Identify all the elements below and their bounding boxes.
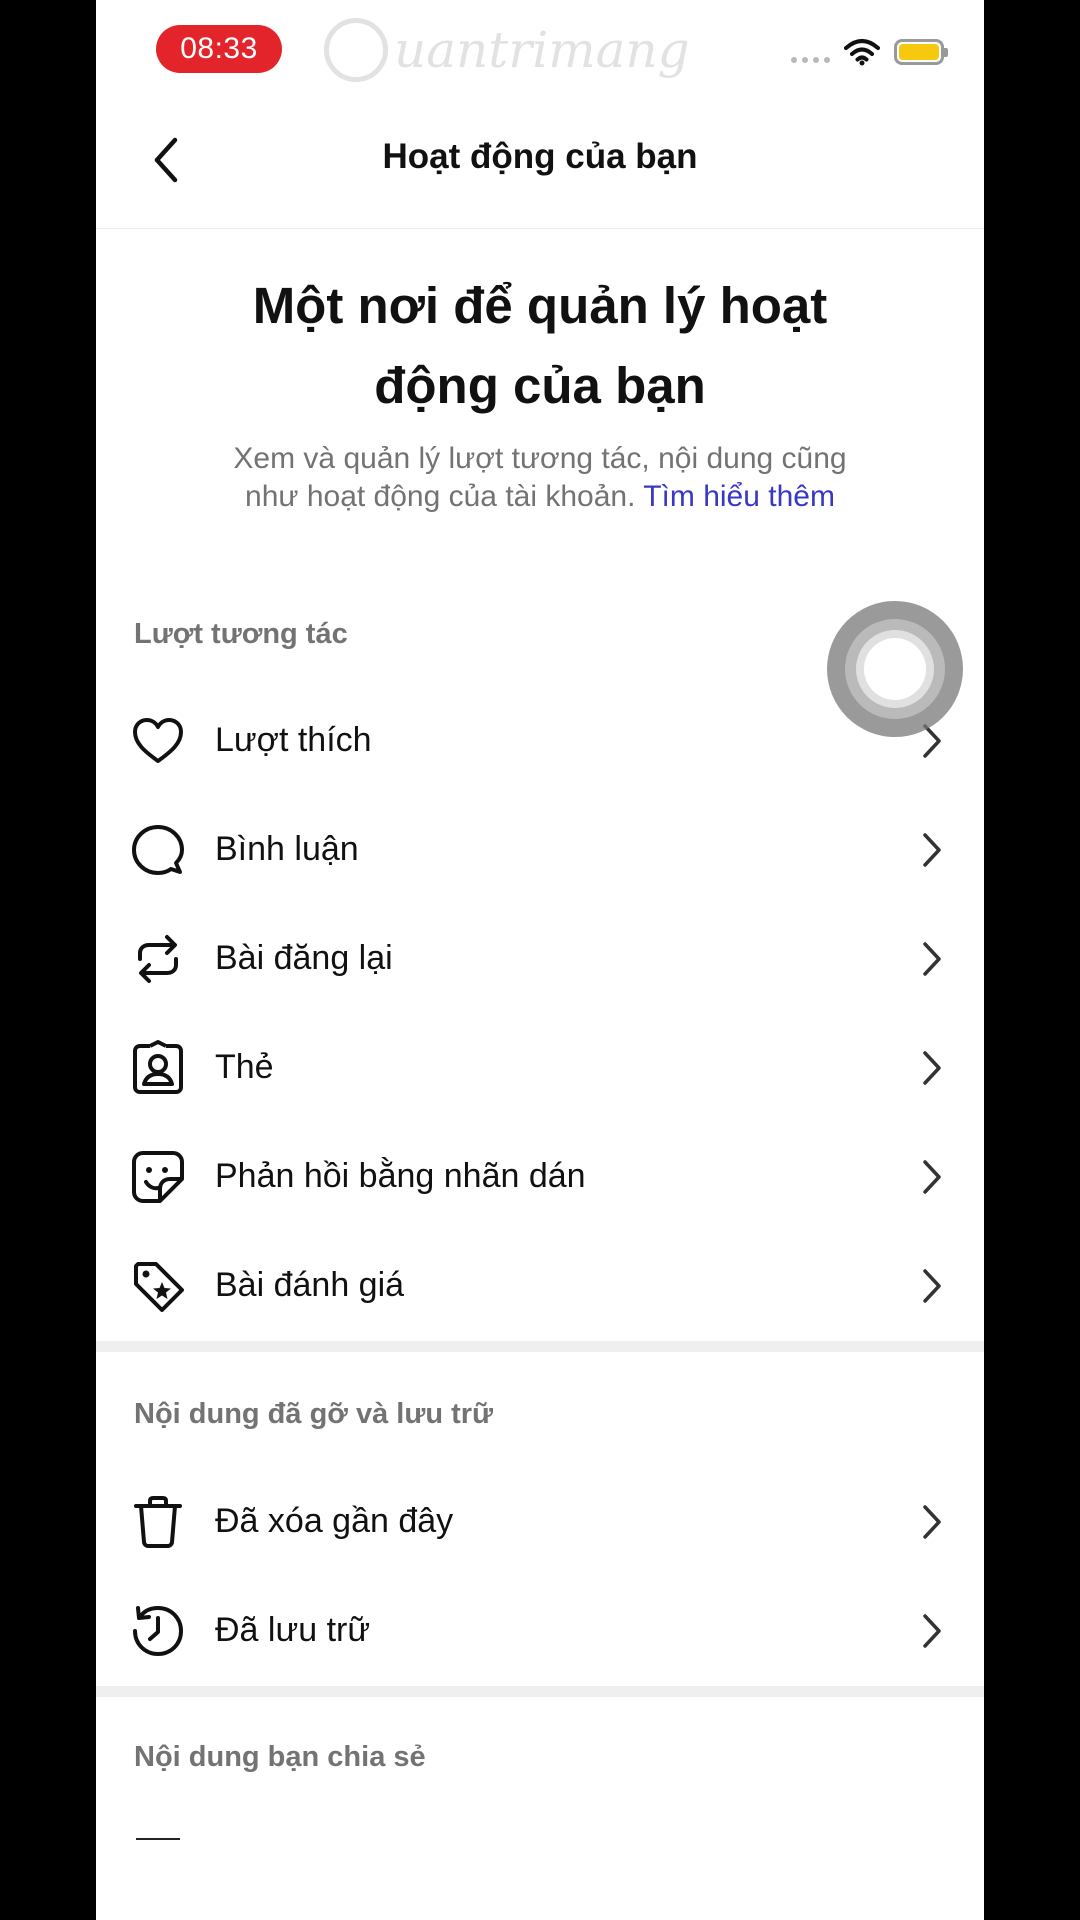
chevron-left-icon — [154, 137, 178, 183]
cellular-signal-icon — [791, 41, 830, 63]
page-title: Hoạt động của bạn — [382, 137, 698, 176]
chevron-right-icon — [918, 1611, 946, 1651]
section-divider — [96, 1686, 984, 1697]
menu-item-label: Lượt thích — [215, 721, 372, 759]
repost-icon — [130, 931, 186, 987]
menu-item-label: Đã xóa gần đây — [215, 1502, 454, 1540]
menu-item-reposts[interactable]: Bài đăng lại — [96, 904, 984, 1013]
menu-item-label: Đã lưu trữ — [215, 1611, 371, 1649]
chevron-right-icon — [918, 1266, 946, 1306]
menu-item-tags[interactable]: Thẻ — [96, 1013, 984, 1122]
status-bar: 08:33 uantrimang — [96, 0, 984, 100]
menu-item-comments[interactable]: Bình luận — [96, 795, 984, 904]
watermark-text: uantrimang — [394, 21, 690, 79]
tag-person-icon — [130, 1039, 186, 1096]
back-button[interactable] — [136, 130, 196, 190]
battery-icon — [894, 39, 948, 65]
battery-level — [899, 44, 939, 60]
section-header-interactions: Lượt tương tác — [134, 618, 348, 650]
chevron-right-icon — [918, 1157, 946, 1197]
intro-description: Xem và quản lý lượt tương tác, nội dung … — [226, 440, 854, 516]
menu-item-label: Bình luận — [215, 830, 359, 868]
lightbulb-icon — [324, 18, 388, 82]
chevron-right-icon — [918, 1048, 946, 1088]
heart-icon — [130, 713, 186, 769]
section-divider — [96, 1341, 984, 1352]
archive-history-icon — [130, 1603, 186, 1659]
sticker-icon — [130, 1149, 186, 1205]
review-tag-icon — [130, 1258, 186, 1314]
comment-icon — [130, 822, 186, 878]
trash-icon — [130, 1494, 186, 1550]
screen: 08:33 uantrimang Hoạt động của bạn Một n… — [96, 0, 984, 1920]
status-indicators — [791, 38, 948, 66]
assistive-touch-button[interactable] — [827, 601, 963, 737]
menu-item-sticker-responses[interactable]: Phản hồi bằng nhãn dán — [96, 1122, 984, 1231]
wifi-icon — [844, 39, 880, 66]
chevron-right-icon — [918, 830, 946, 870]
cut-off-menu-icon — [136, 1838, 180, 1840]
menu-item-archived[interactable]: Đã lưu trữ — [96, 1576, 984, 1685]
menu-item-label: Bài đánh giá — [215, 1266, 405, 1304]
menu-item-label: Thẻ — [215, 1048, 274, 1086]
watermark-logo: uantrimang — [324, 10, 690, 90]
learn-more-link[interactable]: Tìm hiểu thêm — [643, 480, 835, 513]
section-header-removed-archived: Nội dung đã gỡ và lưu trữ — [134, 1398, 494, 1430]
intro-title: Một nơi để quản lý hoạt động của bạn — [252, 277, 828, 414]
chevron-right-icon — [918, 1502, 946, 1542]
menu-item-label: Phản hồi bằng nhãn dán — [215, 1157, 586, 1195]
chevron-right-icon — [918, 939, 946, 979]
status-time[interactable]: 08:33 — [156, 25, 282, 73]
menu-item-recently-deleted[interactable]: Đã xóa gần đây — [96, 1467, 984, 1576]
section-header-shared-content: Nội dung bạn chia sẻ — [134, 1741, 426, 1773]
top-navigation-bar: Hoạt động của bạn — [96, 100, 984, 229]
menu-item-reviews[interactable]: Bài đánh giá — [96, 1231, 984, 1340]
menu-item-label: Bài đăng lại — [215, 939, 393, 977]
